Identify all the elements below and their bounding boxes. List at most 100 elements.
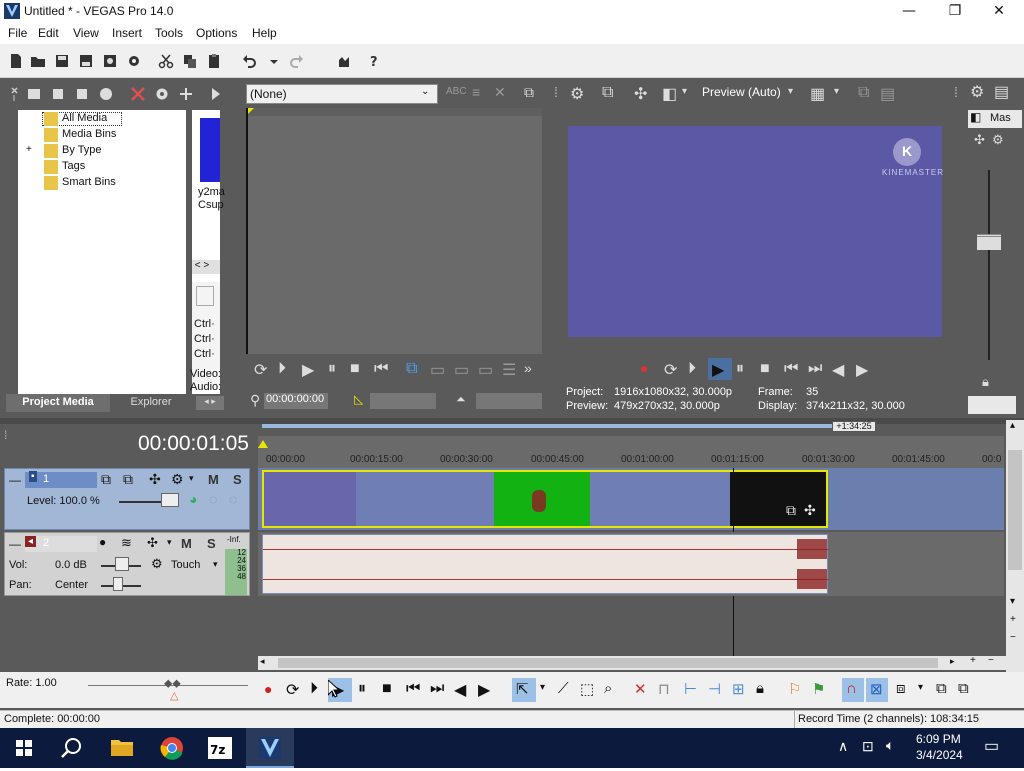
media-thumbnail[interactable]: [200, 118, 220, 182]
tree-expander[interactable]: +: [26, 144, 32, 155]
split-dropdown-icon[interactable]: ▾: [682, 86, 687, 97]
open-icon[interactable]: [30, 53, 46, 69]
track-collapse-icon[interactable]: —: [9, 537, 21, 551]
vegas-taskbar-icon[interactable]: [246, 728, 294, 768]
tree-item-all-media[interactable]: All Media: [62, 112, 107, 124]
menu-edit[interactable]: Edit: [38, 26, 59, 40]
notifications-icon[interactable]: ▭: [984, 736, 999, 756]
search-icon[interactable]: [48, 728, 96, 768]
track-solo-button[interactable]: S: [233, 472, 242, 487]
menu-insert[interactable]: Insert: [112, 26, 142, 40]
go-to-start-icon[interactable]: ⏮: [374, 360, 388, 378]
drag-handle-icon[interactable]: [10, 86, 26, 102]
insert-before-icon[interactable]: ▭: [430, 360, 445, 380]
auto-crossfade-icon[interactable]: ⊠: [870, 680, 883, 698]
play-icon[interactable]: ▶: [302, 360, 314, 380]
get-media-icon[interactable]: [74, 86, 90, 102]
trimmer-options-icon[interactable]: ⧉: [524, 84, 534, 101]
track-solo-button[interactable]: S: [207, 536, 216, 551]
pan-slider-handle[interactable]: [113, 577, 123, 591]
copy-snapshot-icon[interactable]: ⧉: [858, 84, 869, 102]
drag-handle-icon[interactable]: ⁞: [4, 428, 7, 442]
insert-region-icon[interactable]: ⚑: [812, 680, 825, 698]
audio-track-header[interactable]: — ◂ 2 ● ≋ ✣ ▾ M S Vol: 0.0 dB ⚙ Touch ▾ …: [4, 532, 250, 596]
windows-start-icon[interactable]: [0, 728, 48, 768]
menu-options[interactable]: Options: [196, 26, 237, 40]
tree-item-by-type[interactable]: By Type: [62, 144, 102, 156]
play-from-start-icon[interactable]: ⏵: [278, 360, 286, 378]
track-gear-icon[interactable]: ⚙: [171, 471, 184, 488]
tree-item-smart-bins[interactable]: Smart Bins: [62, 176, 116, 188]
overlays-chevron-icon[interactable]: ▾: [834, 86, 839, 97]
import-media-icon[interactable]: [26, 86, 42, 102]
video-fx-icon[interactable]: ✣: [634, 84, 647, 104]
scroll-left-icon[interactable]: ◂: [260, 656, 265, 667]
redo-icon[interactable]: [288, 53, 304, 69]
track-mute-button[interactable]: M: [208, 472, 219, 487]
selection-length-field[interactable]: [476, 393, 542, 409]
trim-end-icon[interactable]: ⊣: [708, 680, 721, 698]
maximize-button[interactable]: ❐: [932, 0, 978, 24]
save-icon[interactable]: [54, 53, 70, 69]
undo-icon[interactable]: [242, 53, 258, 69]
minimize-button[interactable]: —: [886, 0, 932, 24]
prev-frame-icon[interactable]: ◀: [454, 680, 466, 700]
master-mute-icon[interactable]: ◧: [970, 110, 981, 124]
automation-dropdown-icon[interactable]: ▾: [213, 559, 218, 570]
edit-tool-dropdown-icon[interactable]: ▾: [540, 682, 545, 693]
track-fx-icon[interactable]: ⧉: [123, 471, 133, 488]
overlays-grid-icon[interactable]: ▦: [810, 84, 825, 104]
chrome-icon[interactable]: [148, 728, 196, 768]
media-fx-icon[interactable]: [178, 86, 194, 102]
video-track-header[interactable]: — ▪ 1 ⧉ ⧉ ✣ ⚙ ▾ M S Level: 100.0 % ◕ ◌ ◌: [4, 468, 250, 530]
quality-chevron-icon[interactable]: ▾: [788, 86, 793, 97]
drag-handle-icon[interactable]: ⁞: [554, 84, 558, 100]
loop-icon[interactable]: ⟳: [254, 360, 267, 380]
copy-icon[interactable]: [182, 53, 198, 69]
clock-date[interactable]: 3/4/2024: [916, 748, 963, 762]
scroll-down-icon[interactable]: ▾: [1010, 596, 1015, 607]
split-icon[interactable]: ⊞: [732, 680, 745, 698]
cursor-marker[interactable]: [258, 440, 268, 448]
loop-playback-icon[interactable]: ⟳: [286, 680, 299, 700]
insert-after-icon[interactable]: ▭: [454, 360, 469, 380]
trimmer-media-dropdown[interactable]: (None) ⌄: [246, 84, 438, 104]
play-from-start-icon[interactable]: ⏵: [310, 680, 318, 698]
in-point-icon[interactable]: ◺: [354, 392, 363, 406]
timeline-timecode[interactable]: 00:00:01:05: [138, 432, 249, 456]
in-point-field[interactable]: [370, 393, 436, 409]
tab-explorer[interactable]: Explorer: [112, 394, 190, 412]
zoom-out-icon[interactable]: −: [988, 655, 994, 666]
master-options-icon[interactable]: ▤: [994, 82, 1009, 102]
master-fx-icon[interactable]: ✣: [974, 132, 985, 148]
whats-this-help-icon[interactable]: ?: [368, 53, 384, 69]
zoom-in-icon[interactable]: +: [970, 655, 976, 666]
arm-record-icon[interactable]: ●: [99, 535, 106, 549]
ripple-dropdown-icon[interactable]: ▾: [918, 682, 923, 693]
ripple-edit-icon[interactable]: ⧈: [896, 680, 906, 697]
ignore-grouping-icon[interactable]: ⧉: [958, 680, 969, 697]
close-button[interactable]: ✕: [976, 0, 1022, 24]
go-to-start-icon[interactable]: ⏮: [406, 680, 420, 698]
scroll-thumb[interactable]: [278, 658, 938, 668]
snapping-magnet-icon[interactable]: ∩: [846, 680, 857, 697]
file-explorer-icon[interactable]: [98, 728, 146, 768]
remove-red-x-icon[interactable]: [130, 86, 146, 102]
invert-phase-icon[interactable]: ≋: [121, 535, 132, 551]
trim-list-icon[interactable]: ☰: [502, 360, 516, 380]
volume-muted-icon[interactable]: 🔈︎: [886, 737, 894, 754]
7zip-icon[interactable]: 7z: [196, 728, 244, 768]
add-to-timeline-icon[interactable]: ⧉: [406, 360, 417, 378]
track-collapse-icon[interactable]: —: [9, 473, 21, 487]
tab-project-media[interactable]: Project Media: [6, 394, 110, 412]
scroll-thumb[interactable]: [1008, 450, 1022, 570]
save-snapshot-icon[interactable]: ▤: [880, 84, 895, 104]
trimmer-timecode[interactable]: 00:00:00:00: [264, 393, 328, 409]
lock-event-icon[interactable]: 🔒︎: [756, 680, 764, 697]
menu-tools[interactable]: Tools: [155, 26, 183, 40]
external-monitor-icon[interactable]: ⧉: [602, 84, 613, 102]
timeline-horizontal-scrollbar[interactable]: ◂ ▸ + −: [258, 655, 1006, 670]
timeline-vertical-scrollbar[interactable]: ▴ ▾ + −: [1006, 420, 1024, 674]
go-to-end-icon[interactable]: ⏭: [808, 360, 822, 378]
delete-icon[interactable]: ✕: [634, 680, 647, 698]
